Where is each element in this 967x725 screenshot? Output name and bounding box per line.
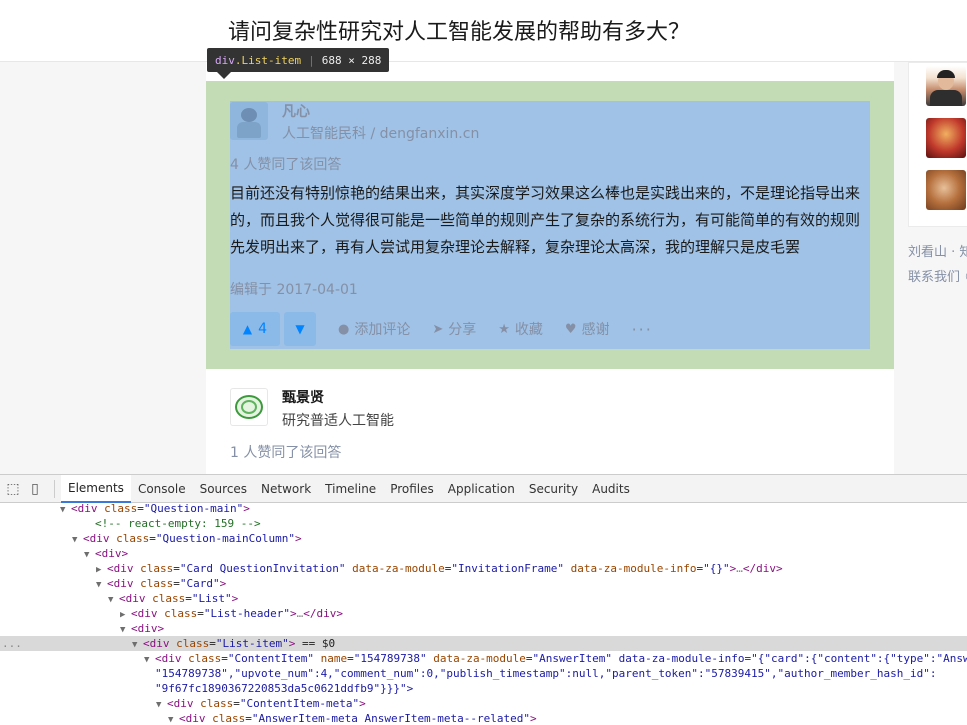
author-bio: 人工智能民科 / dengfanxin.cn <box>282 126 480 142</box>
dom-node-line[interactable]: ▶ <div class="List-header">…</div> <box>0 606 967 621</box>
devtools-tab-sources[interactable]: Sources <box>193 475 254 503</box>
sidebar-user-avatar[interactable] <box>926 170 966 210</box>
devtools-tab-profiles[interactable]: Profiles <box>383 475 441 503</box>
dom-node-line[interactable]: <!-- react-empty: 159 --> <box>0 516 967 531</box>
sidebar-user-avatar[interactable] <box>926 66 966 106</box>
thanks-label: 感谢 <box>581 322 610 338</box>
tooltip-class: .List-item <box>234 53 302 67</box>
tooltip-dimensions: 688 × 288 <box>321 53 382 67</box>
dom-node-line[interactable]: ▶ <div class="Card QuestionInvitation" da… <box>0 561 967 576</box>
dom-node-line[interactable]: ▼ <div> <box>0 621 967 636</box>
vote-up-count: 4 <box>258 321 268 337</box>
dom-node-line[interactable]: ▼ <div class="Question-mainColumn"> <box>0 531 967 546</box>
author-avatar[interactable] <box>230 388 268 426</box>
triangle-up-icon: ▲ <box>242 322 253 336</box>
more-button[interactable]: ··· <box>632 320 653 339</box>
dom-node-line[interactable]: ▼ <div class="List"> <box>0 591 967 606</box>
sidebar-user-avatar[interactable] <box>926 118 966 158</box>
star-icon: ★ <box>498 321 510 337</box>
vote-up-button[interactable]: ▲ 4 <box>230 312 280 346</box>
vote-down-button[interactable]: ▼ <box>284 312 316 346</box>
collect-button[interactable]: ★ 收藏 <box>498 319 543 339</box>
dom-node-line[interactable]: ▼ <div class="ContentItem" name="15478973… <box>0 651 967 666</box>
upvote-summary: 1 人赞同了该回答 <box>230 445 342 461</box>
inspector-tooltip: div .List-item | 688 × 288 <box>207 48 390 72</box>
devtools-tab-security[interactable]: Security <box>522 475 585 503</box>
elements-dom-tree: ▼ <div class="Question-main"> <!-- react-e… <box>0 504 967 725</box>
edited-timestamp[interactable]: 编辑于 2017-04-01 <box>230 279 358 299</box>
share-label: 分享 <box>448 322 477 338</box>
answer-actions: ▲ 4 ▼ ● 添加评论 ➤ 分享 ★ 收藏 ♥ 感谢 ··· <box>230 312 653 346</box>
dom-node-line[interactable]: ▼ <div class="ContentItem-meta"> <box>0 696 967 711</box>
comment-icon: ● <box>338 321 350 337</box>
dom-node-line[interactable]: ▼ <div class="AnswerItem-meta AnswerItem-… <box>0 711 967 725</box>
author-name[interactable]: 甄景贤 <box>282 387 324 407</box>
devtools-tab-elements[interactable]: Elements <box>61 474 131 503</box>
footer-contact[interactable]: 联系我们 © <box>908 266 967 285</box>
author-bio: 研究普适人工智能 <box>282 413 394 429</box>
tooltip-arrow <box>217 72 231 79</box>
collect-label: 收藏 <box>514 322 543 338</box>
paper-plane-icon: ➤ <box>432 321 444 337</box>
dom-node-line[interactable]: ▼ <div class="Card"> <box>0 576 967 591</box>
device-toggle-icon[interactable]: ▯ <box>24 478 46 500</box>
answer-content-line: 的，而且我个人觉得很可能是一些简单的规则产生了复杂的系统行为，有可能简单的有效的… <box>230 211 861 229</box>
answer-content-line: 先发明出来了，再有人尝试用复杂理论去解释，复杂理论太高深，我的理解只是皮毛罢 <box>230 238 801 256</box>
dom-node-line[interactable]: ▼ <div> <box>0 546 967 561</box>
comment-button[interactable]: ● 添加评论 <box>338 319 410 339</box>
answer-content-line: 目前还没有特别惊艳的结果出来，其实深度学习效果这么棒也是实践出来的，不是理论指导… <box>230 184 861 202</box>
dom-node-line[interactable]: "9f67fc1890367220853da5c0621ddfb9"}}}"> <box>0 681 967 696</box>
devtools-tab-audits[interactable]: Audits <box>585 475 637 503</box>
question-header: 请问复杂性研究对人工智能发展的帮助有多大？ <box>0 0 967 62</box>
share-button[interactable]: ➤ 分享 <box>432 319 476 339</box>
footer-links[interactable]: 刘看山 · 知 <box>908 241 967 260</box>
devtools-tab-timeline[interactable]: Timeline <box>318 475 383 503</box>
page: 请问复杂性研究对人工智能发展的帮助有多大？ div .List-item | 68… <box>0 0 967 725</box>
dom-node-line[interactable]: "154789738","upvote_num":4,"comment_num"… <box>0 666 967 681</box>
comment-label: 添加评论 <box>354 322 411 338</box>
devtools-tab-application[interactable]: Application <box>441 475 522 503</box>
author-name[interactable]: 凡心 <box>282 101 310 121</box>
inspect-element-icon[interactable]: ⬚ <box>2 478 24 500</box>
question-title: 请问复杂性研究对人工智能发展的帮助有多大？ <box>228 20 691 45</box>
tooltip-tag: div <box>215 53 235 67</box>
devtools-tab-console[interactable]: Console <box>131 475 193 503</box>
upvote-summary: 4 人赞同了该回答 <box>230 157 342 173</box>
thanks-button[interactable]: ♥ 感谢 <box>565 319 610 339</box>
devtools-tab-network[interactable]: Network <box>254 475 318 503</box>
heart-icon: ♥ <box>564 321 577 337</box>
dom-node-line[interactable]: ... ▼ <div class="List-item"> == $0 <box>0 636 967 651</box>
devtools-panel: ⬚ ▯ Elements Console Sources Network Timelin… <box>0 474 967 725</box>
answer-content: 目前还没有特别惊艳的结果出来，其实深度学习效果这么棒也是实践出来的，不是理论指导… <box>230 180 870 261</box>
triangle-down-icon: ▼ <box>295 322 305 336</box>
devtools-tabs: Elements Console Sources Network Timeline Pro… <box>61 474 637 503</box>
author-avatar[interactable] <box>230 102 268 140</box>
dom-node-line[interactable]: ▼ <div class="Question-main"> <box>0 504 967 516</box>
devtools-toolbar: ⬚ ▯ Elements Console Sources Network Timelin… <box>0 474 967 503</box>
